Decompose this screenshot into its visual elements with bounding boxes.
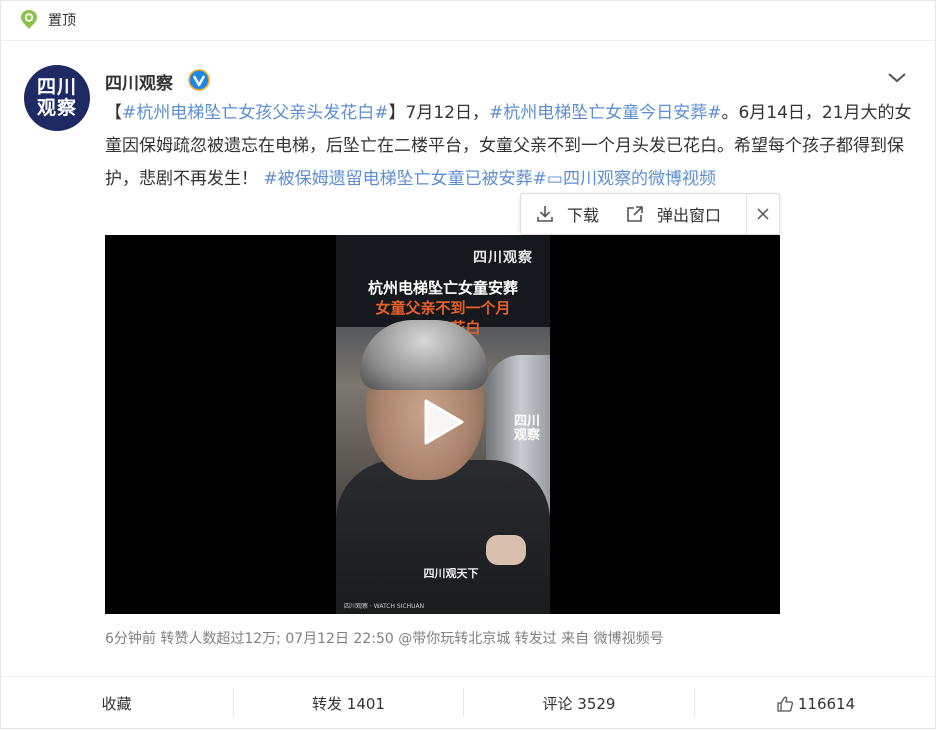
comment-button[interactable]: 评论 3529 bbox=[464, 677, 694, 730]
post-segment: 】7月12日， bbox=[388, 103, 489, 123]
close-button[interactable] bbox=[746, 194, 779, 234]
download-label: 下载 bbox=[567, 206, 600, 225]
video-caption-title: 杭州电梯坠亡女童安葬 bbox=[367, 279, 518, 297]
hashtag-link[interactable]: #杭州电梯坠亡女孩父亲头发花白# bbox=[122, 103, 389, 123]
like-count: 116614 bbox=[797, 694, 856, 713]
pin-icon bbox=[21, 10, 37, 29]
avatar[interactable]: 四川 观察 bbox=[24, 65, 90, 131]
video-source-link[interactable]: ▭四川观察的微博视频 bbox=[547, 169, 716, 189]
video-side-logo: 四川观察 bbox=[513, 414, 540, 443]
popout-button[interactable]: 弹出窗口 bbox=[625, 194, 721, 234]
popout-label: 弹出窗口 bbox=[657, 206, 722, 225]
video-player[interactable]: 四川观察 杭州电梯坠亡女童安葬 女童父亲不到一个月 头发已花白 四川观察 四川观… bbox=[105, 235, 780, 614]
popout-icon bbox=[627, 206, 643, 222]
comment-label: 评论 3529 bbox=[542, 695, 616, 713]
like-button[interactable]: 116614 bbox=[695, 677, 936, 730]
hashtag-link[interactable]: #杭州电梯坠亡女童今日安葬# bbox=[489, 103, 722, 123]
download-button[interactable]: 下载 bbox=[535, 194, 599, 234]
pin-label: 置顶 bbox=[48, 13, 76, 29]
chevron-down-icon[interactable] bbox=[886, 70, 908, 86]
video-caption-line: 女童父亲不到一个月 bbox=[375, 299, 511, 317]
video-logo: 四川观察 bbox=[473, 250, 533, 266]
avatar-text-line1: 四川 bbox=[36, 76, 77, 98]
avatar-text-line2: 观察 bbox=[36, 97, 77, 119]
repost-label: 转发 1401 bbox=[312, 695, 385, 713]
action-bar: 收藏 转发 1401 评论 3529 116614 bbox=[0, 676, 936, 730]
play-icon[interactable] bbox=[422, 398, 466, 446]
video-bottom-logo: 四川观天下 bbox=[423, 567, 479, 580]
thumbs-up-icon bbox=[777, 696, 793, 712]
hashtag-link[interactable]: #被保姆遗留电梯坠亡女童已被安葬# bbox=[263, 169, 547, 189]
author-name[interactable]: 四川观察 bbox=[105, 69, 173, 94]
collect-button[interactable]: 收藏 bbox=[0, 677, 233, 730]
video-bottom-subtitle: 四川观察 · WATCH SICHUAN bbox=[344, 603, 425, 610]
video-popup-menu: 下载 弹出窗口 bbox=[520, 193, 780, 235]
verified-icon bbox=[188, 69, 210, 91]
close-icon bbox=[757, 208, 769, 220]
pin-bar: 置顶 bbox=[0, 0, 936, 41]
post-meta: 6分钟前 转赞人数超过12万; 07月12日 22:50 @带你玩转北京城 转发… bbox=[105, 631, 664, 647]
repost-button[interactable]: 转发 1401 bbox=[234, 677, 463, 730]
post-segment: 【 bbox=[105, 103, 122, 123]
post-text: 【#杭州电梯坠亡女孩父亲头发花白#】7月12日，#杭州电梯坠亡女童今日安葬#。6… bbox=[105, 97, 915, 196]
collect-label: 收藏 bbox=[101, 695, 132, 713]
download-icon bbox=[537, 206, 553, 222]
